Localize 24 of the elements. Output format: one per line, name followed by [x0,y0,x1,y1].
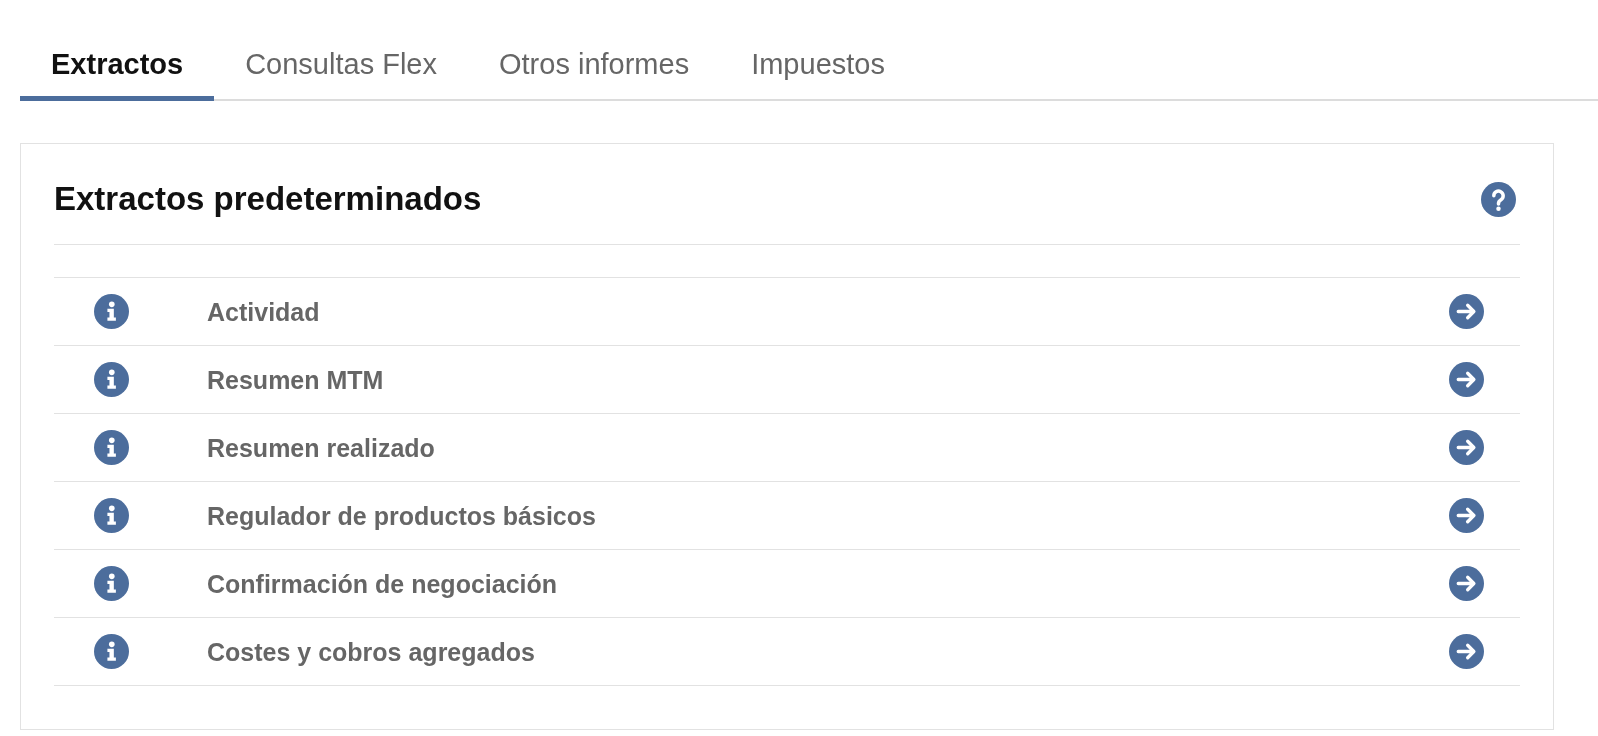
statement-name[interactable]: Confirmación de negociación [207,568,1449,599]
help-icon[interactable] [1481,181,1516,217]
info-icon[interactable] [94,362,129,397]
tab[interactable]: Impuestos [720,17,916,101]
info-icon[interactable] [94,294,129,329]
arrow-right-icon[interactable] [1449,430,1484,465]
statement-name[interactable]: Regulador de productos básicos [207,500,1449,531]
statement-name[interactable]: Resumen realizado [207,432,1449,463]
arrow-right-icon[interactable] [1449,498,1484,533]
tab[interactable]: Consultas Flex [214,17,468,101]
info-icon[interactable] [94,634,129,669]
statement-name[interactable]: Costes y cobros agregados [207,636,1449,667]
info-icon[interactable] [94,498,129,533]
info-icon[interactable] [94,430,129,465]
tab[interactable]: Extractos [20,17,215,101]
arrow-right-icon[interactable] [1449,294,1484,329]
panel-title: Extractos predeterminados [54,179,482,219]
info-icon[interactable] [94,566,129,601]
statement-name[interactable]: Actividad [207,296,1449,327]
arrow-right-icon[interactable] [1449,634,1484,669]
arrow-right-icon[interactable] [1449,566,1484,601]
arrow-right-icon[interactable] [1449,362,1484,397]
tab[interactable]: Otros informes [468,17,721,101]
statement-name[interactable]: Resumen MTM [207,364,1449,395]
